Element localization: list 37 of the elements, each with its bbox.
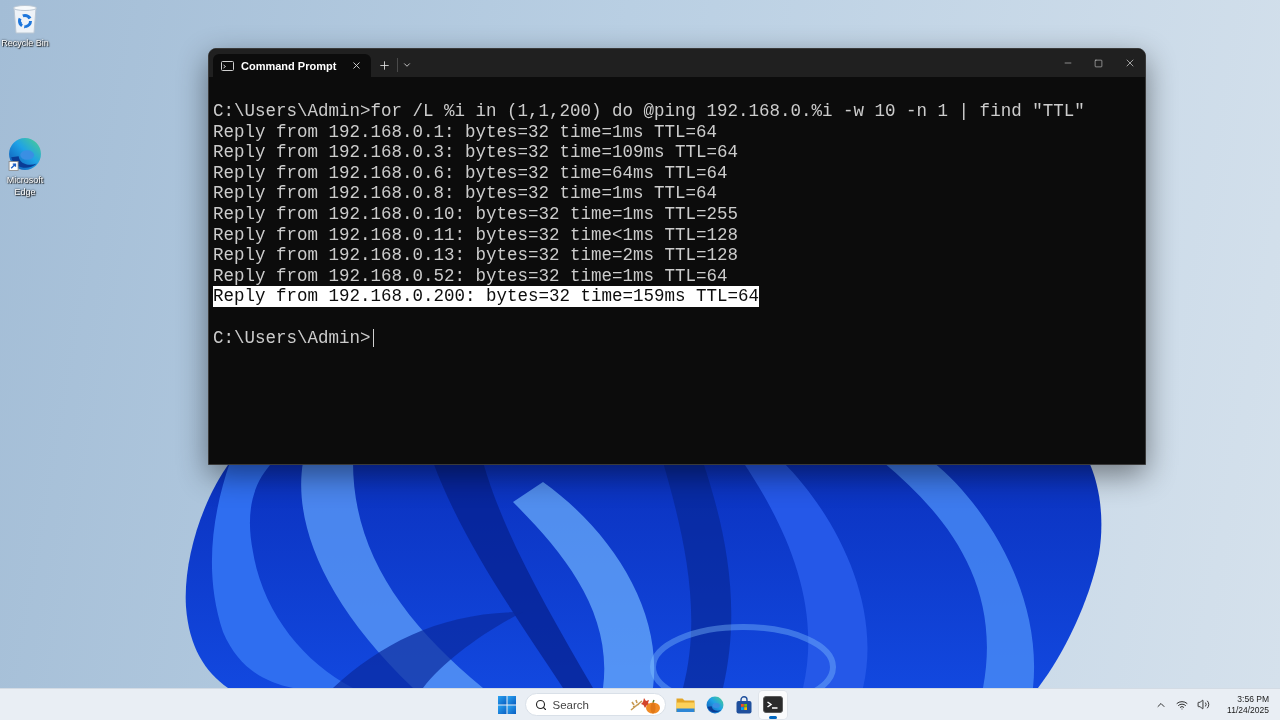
- shopping-bag-icon: [734, 695, 753, 714]
- desktop-shortcut[interactable]: Microsoft Edge: [0, 137, 50, 198]
- search-input[interactable]: Search: [552, 696, 623, 713]
- text-cursor-icon: [372, 328, 374, 347]
- output-line: Reply from 192.168.0.13: bytes=32 time=2ms TTL=128: [213, 245, 739, 266]
- wave-logo-icon: [8, 137, 42, 171]
- wave-logo-icon: [705, 695, 724, 714]
- wifi-icon[interactable]: [1176, 698, 1189, 711]
- recycle-bin-icon: [12, 4, 38, 34]
- output-line: Reply from 192.168.0.10: bytes=32 time=1ms TTL=255: [213, 203, 739, 225]
- close-icon: [350, 60, 362, 71]
- output-line: Reply from 192.168.0.52: bytes=32 time=1ms TTL=64: [213, 265, 728, 287]
- speaker-icon[interactable]: [1197, 698, 1211, 711]
- output-line: Reply from 192.168.0.8: bytes=32 time=1ms TTL=64: [213, 183, 718, 204]
- folder-icon: [676, 696, 695, 713]
- four-tiles-icon: [497, 695, 516, 714]
- command-line: C:\Users\Admin>for /L %i in (1,1,200) do @ping 192.168.0.%i -w 10 -n 1 | find "TTL": [213, 101, 1085, 122]
- tab[interactable]: Command Prompt: [213, 54, 371, 77]
- taskbar-app-button[interactable]: [758, 690, 787, 719]
- clock-date: 11/24/2025: [1227, 704, 1269, 716]
- maximize-icon: [1094, 58, 1103, 68]
- shortcut-label: Microsoft Edge: [5, 174, 45, 198]
- desktop-shortcut[interactable]: Recycle Bin: [0, 4, 50, 49]
- output-line: Reply from 192.168.0.1: bytes=32 time=1ms TTL=64: [213, 121, 718, 143]
- prompt-text: C:\Users\Admin>: [213, 327, 371, 349]
- search-bar[interactable]: Search: [524, 693, 666, 716]
- plus-icon: [377, 58, 391, 72]
- output-line: Reply from 192.168.0.3: bytes=32 time=109ms TTL=64: [213, 142, 739, 163]
- terminal-icon: [762, 696, 783, 713]
- output-line: Reply from 192.168.0.6: bytes=32 time=64ms TTL=64: [213, 162, 728, 184]
- shortcut-label: Recycle Bin: [0, 37, 50, 49]
- chevron-down-icon: [402, 60, 412, 70]
- running-indicator-icon: [768, 715, 777, 719]
- console-icon: [221, 60, 234, 71]
- clock-time: 3:56 PM: [1237, 693, 1269, 705]
- output-line: Reply from 192.168.0.11: bytes=32 time<1ms TTL=128: [213, 224, 739, 246]
- search-icon: [534, 698, 547, 711]
